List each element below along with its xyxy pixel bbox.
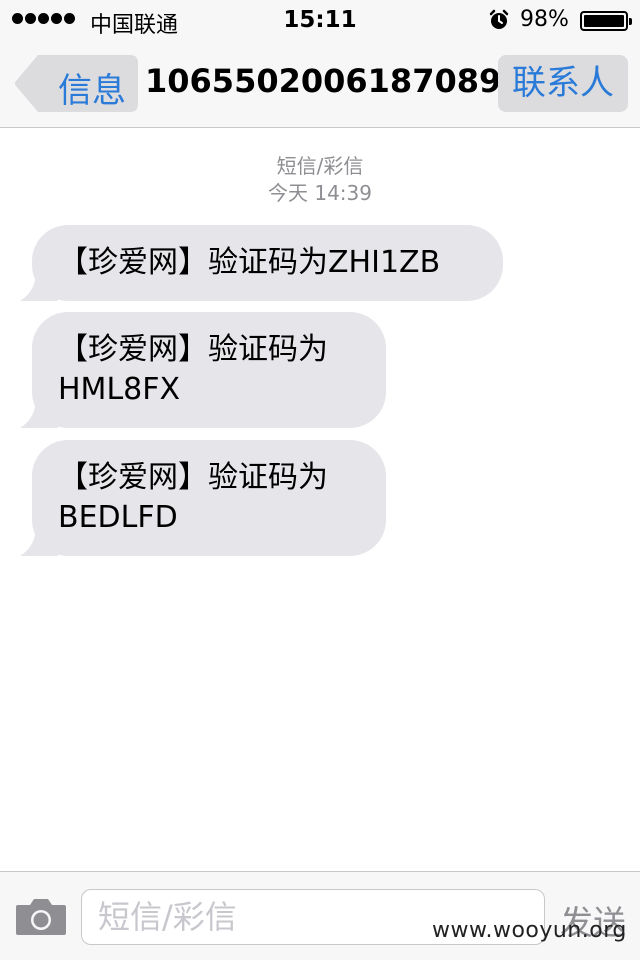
alarm-icon — [489, 9, 509, 29]
thread-header: 短信/彩信 今天 14:39 — [0, 153, 640, 207]
message-timestamp: 今天 14:39 — [268, 181, 372, 205]
message-bubble[interactable]: 【珍爱网】验证码为ZHI1ZB — [20, 225, 503, 301]
bubble-tail — [20, 267, 58, 301]
status-bar: 中国联通 15:11 98% — [0, 0, 640, 40]
message-text: 【珍爱网】验证码为 BEDLFD — [58, 460, 328, 535]
back-button-label: 信息 — [58, 71, 126, 111]
message-text: 【珍爱网】验证码为ZHI1ZB — [58, 245, 441, 280]
message-bubble[interactable]: 【珍爱网】验证码为 HML8FX — [20, 312, 386, 428]
conversation-title: 10655020061870891 — [145, 62, 524, 100]
bubble-tail — [20, 522, 58, 556]
message-text: 【珍爱网】验证码为 HML8FX — [58, 332, 328, 407]
contact-button[interactable]: 联系人 — [498, 55, 628, 112]
message-type-label: 短信/彩信 — [276, 154, 364, 178]
compose-toolbar: 短信/彩信 发送 — [0, 871, 640, 960]
navigation-bar: 信息 10655020061870891 联系人 — [0, 40, 640, 128]
camera-icon[interactable] — [14, 897, 68, 937]
battery-icon — [580, 11, 632, 31]
watermark: www.wooyun.org — [432, 918, 627, 943]
bubble-tail — [20, 394, 58, 428]
back-button[interactable]: 信息 — [14, 55, 138, 112]
message-bubble[interactable]: 【珍爱网】验证码为 BEDLFD — [20, 440, 386, 556]
battery-percentage: 98% — [520, 7, 569, 32]
